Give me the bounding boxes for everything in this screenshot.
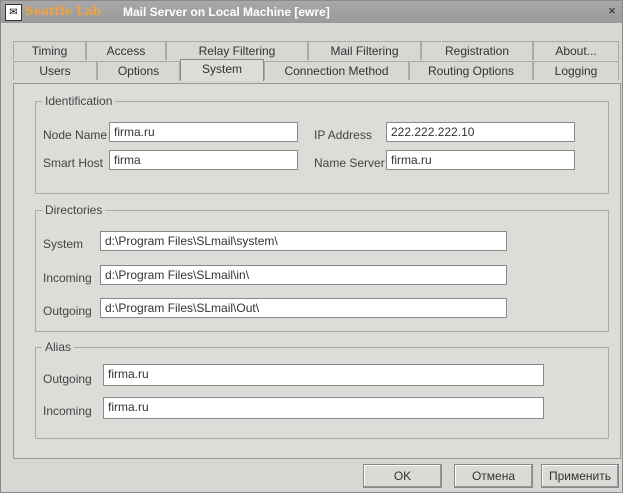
system-panel: Identification Node Name firma.ru IP Add… — [13, 83, 621, 459]
apply-button[interactable]: Применить — [541, 464, 619, 488]
tab-about[interactable]: About... — [533, 41, 619, 60]
window-title: Mail Server on Local Machine [ewre] — [123, 5, 330, 19]
tab-routing-options[interactable]: Routing Options — [409, 61, 533, 80]
tab-relay-filtering[interactable]: Relay Filtering — [166, 41, 308, 60]
ok-button[interactable]: OK — [363, 464, 442, 488]
name-server-field[interactable]: firma.ru — [386, 150, 575, 170]
tab-timing[interactable]: Timing — [13, 41, 86, 60]
tab-access[interactable]: Access — [86, 41, 166, 60]
alias-outgoing-field[interactable]: firma.ru — [103, 364, 544, 386]
ip-address-label: IP Address — [314, 128, 372, 142]
tab-users[interactable]: Users — [13, 61, 97, 80]
tab-options[interactable]: Options — [97, 61, 180, 80]
system-dir-field[interactable]: d:\Program Files\SLmail\system\ — [100, 231, 507, 251]
title-bar[interactable]: ✉ Seattle Lab Mail Server on Local Machi… — [1, 1, 622, 23]
alias-group: Alias — [35, 340, 609, 439]
close-button[interactable]: × — [604, 4, 620, 19]
smart-host-field[interactable]: firma — [109, 150, 298, 170]
directories-group-label: Directories — [42, 203, 106, 217]
tab-mail-filtering[interactable]: Mail Filtering — [308, 41, 421, 60]
node-name-label: Node Name — [43, 128, 108, 142]
cancel-button[interactable]: Отмена — [454, 464, 533, 488]
app-icon[interactable]: ✉ — [5, 4, 22, 21]
system-dir-label: System — [43, 237, 84, 251]
smart-host-label: Smart Host — [43, 156, 104, 170]
name-server-label: Name Server — [314, 156, 385, 170]
tab-system[interactable]: System — [180, 59, 264, 81]
outgoing-dir-field[interactable]: d:\Program Files\SLmail\Out\ — [100, 298, 507, 318]
alias-group-label: Alias — [42, 340, 75, 354]
tab-logging[interactable]: Logging — [533, 61, 619, 80]
incoming-dir-field[interactable]: d:\Program Files\SLmail\in\ — [100, 265, 507, 285]
ip-address-field[interactable]: 222.222.222.10 — [386, 122, 575, 142]
outgoing-dir-label: Outgoing — [43, 304, 92, 318]
main-window: ✉ Seattle Lab Mail Server on Local Machi… — [0, 0, 623, 493]
tab-registration[interactable]: Registration — [421, 41, 533, 60]
identification-group: Identification — [35, 94, 609, 194]
alias-incoming-label: Incoming — [43, 404, 92, 418]
alias-outgoing-label: Outgoing — [43, 372, 92, 386]
incoming-dir-label: Incoming — [43, 271, 92, 285]
alias-incoming-field[interactable]: firma.ru — [103, 397, 544, 419]
identification-group-label: Identification — [42, 94, 116, 108]
title-brand: Seattle Lab — [25, 4, 102, 18]
tab-connection-method[interactable]: Connection Method — [264, 61, 409, 80]
node-name-field[interactable]: firma.ru — [109, 122, 298, 142]
